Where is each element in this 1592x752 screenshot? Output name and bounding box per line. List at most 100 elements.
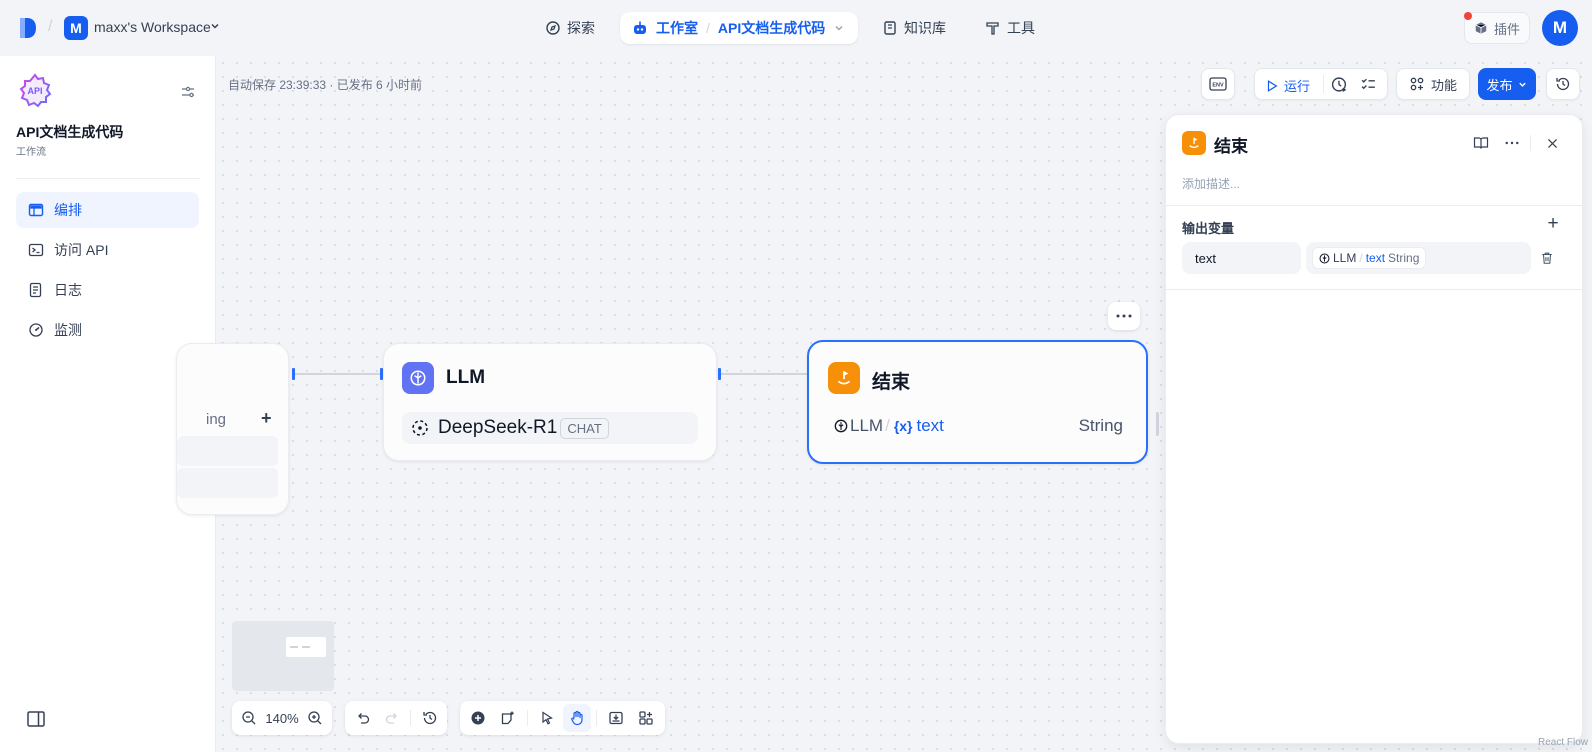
play-icon	[1267, 79, 1278, 92]
nav-knowledge[interactable]: 知识库	[882, 12, 946, 44]
variable-reference-chip: LLM / text String	[1312, 247, 1427, 269]
nav-tools[interactable]: 工具	[985, 12, 1035, 44]
llm-node-title: LLM	[446, 367, 486, 388]
add-output-variable-button[interactable]: +	[1544, 213, 1562, 234]
env-button[interactable]: ENV	[1201, 68, 1235, 100]
trash-icon	[1542, 252, 1552, 264]
publish-button[interactable]: 发布	[1478, 68, 1536, 100]
env-icon: ENV	[1209, 77, 1227, 91]
sidebar-item-api[interactable]: 访问 API	[16, 232, 199, 268]
workspace-avatar[interactable]: M	[64, 16, 88, 40]
source-node-name: LLM	[1333, 251, 1357, 265]
current-app-name[interactable]: API文档生成代码	[718, 18, 825, 38]
zoom-controls: 140%	[232, 701, 332, 735]
output-variable-name-input[interactable]: text	[1182, 242, 1301, 274]
close-panel-button[interactable]	[1543, 134, 1561, 152]
publish-label: 发布	[1486, 77, 1513, 93]
panel-title[interactable]: 结束	[1214, 132, 1248, 157]
panel-resize-handle[interactable]	[1156, 412, 1159, 436]
flag-stop-icon	[837, 371, 851, 385]
end-output-variable[interactable]: LLM / {x} text String	[826, 411, 1123, 441]
divider	[527, 710, 528, 726]
output-variable-selector[interactable]: LLM / text String	[1306, 242, 1531, 274]
zoom-level[interactable]: 140%	[265, 711, 299, 726]
run-button[interactable]: 运行	[1265, 76, 1310, 95]
redo-icon	[385, 713, 397, 724]
book-open-icon	[1473, 137, 1489, 149]
nav-studio-label: 工作室	[656, 20, 698, 36]
nav-studio[interactable]: 工作室 / API文档生成代码	[620, 12, 858, 44]
react-flow-attribution[interactable]: React Flow	[1538, 737, 1588, 748]
checklist-icon[interactable]	[1360, 76, 1377, 93]
sidebar-item-logs[interactable]: 日志	[16, 272, 199, 308]
top-bar: / M maxx's Workspace 探索 工作室 / API文档生成代码 …	[0, 0, 1592, 56]
zoom-out-icon	[242, 711, 256, 725]
divider	[1323, 75, 1324, 93]
more-horizontal-icon	[1505, 141, 1519, 145]
app-icon-text: API	[27, 86, 42, 96]
version-history-button[interactable]	[416, 704, 443, 732]
sticky-note-icon	[501, 711, 514, 725]
user-avatar[interactable]: M	[1542, 10, 1578, 46]
start-variable-row	[177, 468, 278, 498]
settings-sliders-icon[interactable]	[180, 84, 196, 100]
file-list-icon	[29, 282, 42, 298]
pointer-mode-button[interactable]	[533, 704, 561, 732]
image-download-icon	[609, 711, 623, 725]
zoom-out-button[interactable]	[236, 704, 263, 732]
node-more-button[interactable]	[1108, 302, 1140, 330]
undo-button[interactable]	[349, 704, 376, 732]
features-button[interactable]: 功能	[1396, 68, 1470, 100]
llm-model-row[interactable]: DeepSeek-R1 CHAT	[402, 412, 698, 444]
llm-source-icon	[834, 419, 848, 433]
collapse-sidebar-icon[interactable]	[27, 711, 45, 727]
llm-node[interactable]: LLM DeepSeek-R1 CHAT	[383, 343, 717, 461]
redo-button[interactable]	[378, 704, 405, 732]
plus-circle-icon	[471, 711, 485, 725]
clock-play-icon[interactable]	[1331, 76, 1348, 93]
zoom-in-button[interactable]	[301, 704, 328, 732]
start-add-variable-button[interactable]: +	[261, 408, 272, 429]
notification-dot	[1464, 12, 1472, 20]
nav-explore[interactable]: 探索	[545, 12, 595, 44]
history-button[interactable]	[1546, 68, 1580, 100]
node-config-panel: 结束 添加描述... 输出变量 + text LLM / text String	[1165, 114, 1584, 744]
minimap[interactable]	[232, 621, 334, 691]
sidebar-item-orchestrate[interactable]: 编排	[16, 192, 199, 228]
chevron-down-icon[interactable]	[209, 20, 221, 32]
run-label: 运行	[1284, 79, 1311, 94]
edge-llm-end[interactable]	[721, 373, 807, 375]
dify-logo[interactable]	[18, 16, 38, 40]
plugins-button[interactable]: 插件	[1464, 12, 1530, 44]
workspace-name[interactable]: maxx's Workspace	[94, 19, 211, 35]
zoom-in-icon	[307, 711, 322, 725]
sidebar-item-label: 编排	[54, 202, 82, 218]
hand-mode-button[interactable]	[563, 704, 591, 732]
add-node-button[interactable]	[464, 704, 492, 732]
canvas-tool-controls	[460, 701, 665, 735]
variable-name: text	[916, 416, 944, 435]
organize-blocks-button[interactable]	[632, 704, 660, 732]
end-node[interactable]: 结束 LLM / {x} text String	[807, 340, 1148, 464]
gauge-icon	[29, 323, 43, 337]
description-input[interactable]: 添加描述...	[1182, 175, 1240, 192]
robot-icon	[634, 21, 646, 34]
help-docs-button[interactable]	[1472, 134, 1490, 152]
panel-more-button[interactable]	[1503, 134, 1521, 152]
brain-icon	[410, 370, 426, 386]
hand-icon	[571, 710, 583, 726]
end-node-icon	[828, 362, 860, 394]
divider	[410, 710, 411, 726]
sidebar-item-label: 日志	[54, 282, 82, 298]
sidebar-item-monitoring[interactable]: 监测	[16, 312, 199, 348]
start-node[interactable]: ing +	[176, 343, 289, 515]
nav-explore-label: 探索	[567, 20, 595, 36]
add-note-button[interactable]	[494, 704, 522, 732]
edge-start-llm[interactable]	[295, 373, 380, 375]
export-image-button[interactable]	[602, 704, 630, 732]
grid-plus-icon	[1410, 77, 1424, 91]
chevron-down-icon[interactable]	[833, 22, 845, 34]
end-node-icon	[1182, 131, 1206, 155]
delete-variable-button[interactable]	[1538, 249, 1556, 267]
deepseek-model-icon	[412, 420, 428, 436]
